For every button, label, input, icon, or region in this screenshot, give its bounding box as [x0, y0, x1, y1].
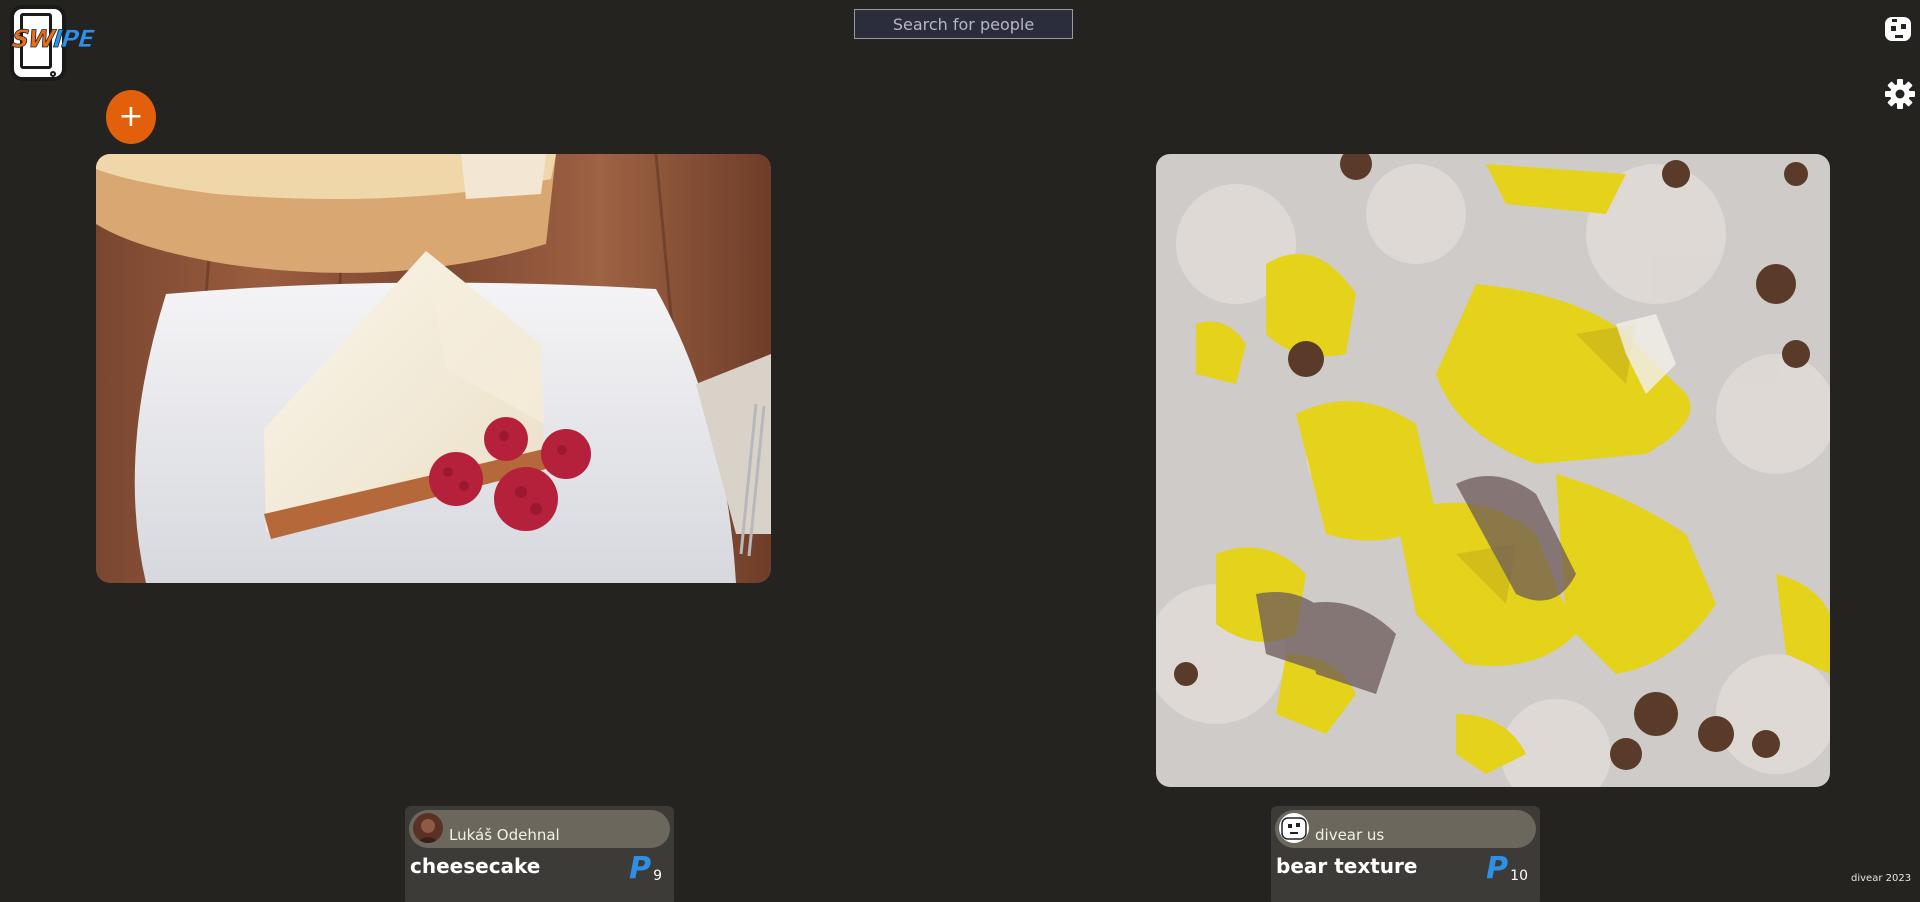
points-count: 10 [1510, 868, 1528, 884]
post-points[interactable]: P 10 [1486, 851, 1528, 886]
author-avatar [1279, 813, 1309, 843]
author-name: divear us [1315, 826, 1385, 844]
post-author-bar[interactable]: Lukáš Odehnal [409, 810, 670, 848]
author-avatar [413, 813, 443, 843]
post-points[interactable]: P 9 [629, 851, 662, 886]
app-page: SWIPE Search for people + Lukáš Odehnal … [0, 0, 1920, 902]
robot-avatar-icon[interactable] [1883, 14, 1913, 44]
footer-copyright: divear 2023 [1851, 873, 1912, 884]
bear-texture-image[interactable] [1156, 154, 1830, 787]
cheesecake-photo[interactable] [96, 154, 771, 583]
search-input[interactable] [854, 9, 1073, 39]
post-title: cheesecake [410, 854, 541, 878]
author-name: Lukáš Odehnal [449, 826, 560, 844]
logo-text-left: SW [10, 25, 56, 54]
post-author-bar[interactable]: divear us [1275, 810, 1536, 848]
points-icon: P [629, 851, 652, 886]
logo-text-right: IPE [52, 25, 96, 54]
post-card[interactable]: divear us bear texture P 10 [1271, 806, 1540, 902]
logo-wordmark: SWIPE [10, 25, 96, 54]
post-card[interactable]: Lukáš Odehnal cheesecake P 9 [405, 806, 674, 902]
post-title: bear texture [1276, 854, 1418, 878]
gear-icon[interactable] [1884, 78, 1916, 110]
swipe-logo[interactable]: SWIPE [10, 5, 96, 83]
add-post-button[interactable]: + [106, 90, 156, 144]
points-icon: P [1486, 851, 1509, 886]
points-count: 9 [653, 868, 662, 884]
